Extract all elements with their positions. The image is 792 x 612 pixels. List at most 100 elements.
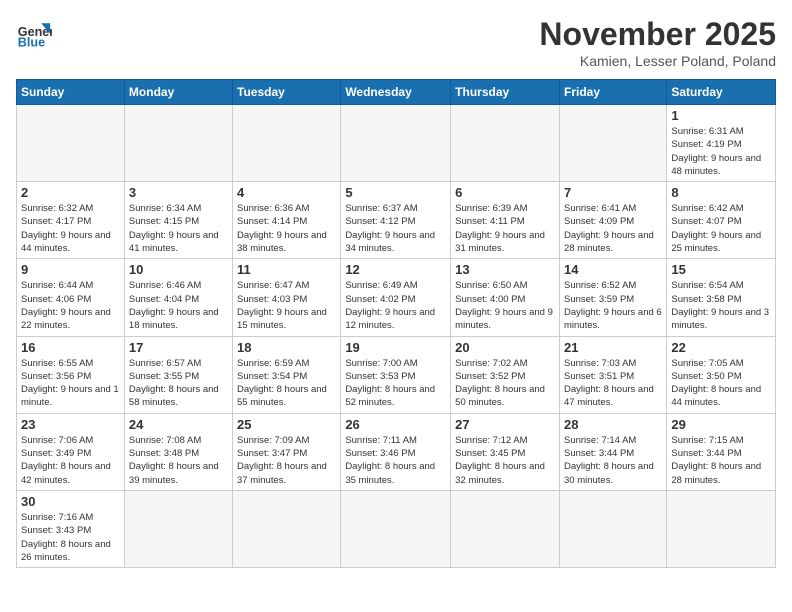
calendar-day-cell: 19Sunrise: 7:00 AM Sunset: 3:53 PM Dayli… (341, 336, 451, 413)
day-info: Sunrise: 6:59 AM Sunset: 3:54 PM Dayligh… (237, 357, 336, 410)
day-info: Sunrise: 6:41 AM Sunset: 4:09 PM Dayligh… (564, 202, 662, 255)
svg-text:Blue: Blue (18, 36, 45, 50)
calendar-day-cell: 9Sunrise: 6:44 AM Sunset: 4:06 PM Daylig… (17, 259, 125, 336)
day-info: Sunrise: 6:50 AM Sunset: 4:00 PM Dayligh… (455, 279, 555, 332)
month-title: November 2025 (539, 16, 776, 53)
day-number: 20 (455, 340, 555, 355)
calendar-week-row: 16 Sunrise: 6:55 AM Sunset: 3:56 PM Dayli… (17, 336, 776, 413)
day-info: Sunrise: 6:44 AM Sunset: 4:06 PM Dayligh… (21, 279, 120, 332)
day-number: 28 (564, 417, 662, 432)
calendar-day-cell (124, 490, 232, 567)
day-info: Sunrise: 6:46 AM Sunset: 4:04 PM Dayligh… (129, 279, 228, 332)
day-number: 12 (345, 262, 446, 277)
day-number: 15 (671, 262, 771, 277)
calendar-day-cell: 7 Sunrise: 6:41 AM Sunset: 4:09 PM Daylig… (559, 182, 666, 259)
calendar-day-cell (451, 490, 560, 567)
calendar-day-cell (17, 105, 125, 182)
day-info: Sunrise: 6:37 AM Sunset: 4:12 PM Dayligh… (345, 202, 446, 255)
weekday-header-row: SundayMondayTuesdayWednesdayThursdayFrid… (17, 80, 776, 105)
day-number: 2 (21, 185, 120, 200)
day-info: Sunrise: 6:42 AM Sunset: 4:07 PM Dayligh… (671, 202, 771, 255)
weekday-header-friday: Friday (559, 80, 666, 105)
calendar-day-cell (559, 490, 666, 567)
calendar-day-cell: 29Sunrise: 7:15 AM Sunset: 3:44 PM Dayli… (667, 413, 776, 490)
day-number: 21 (564, 340, 662, 355)
calendar-week-row: 30 Sunrise: 7:16 AM Sunset: 3:43 PM Dayli… (17, 490, 776, 567)
day-info: Sunrise: 7:08 AM Sunset: 3:48 PM Dayligh… (129, 434, 228, 487)
day-number: 19 (345, 340, 446, 355)
day-number: 18 (237, 340, 336, 355)
calendar-day-cell: 26Sunrise: 7:11 AM Sunset: 3:46 PM Dayli… (341, 413, 451, 490)
day-info: Sunrise: 6:47 AM Sunset: 4:03 PM Dayligh… (237, 279, 336, 332)
calendar-day-cell (451, 105, 560, 182)
calendar-day-cell: 6Sunrise: 6:39 AM Sunset: 4:11 PM Daylig… (451, 182, 560, 259)
day-info: Sunrise: 7:06 AM Sunset: 3:49 PM Dayligh… (21, 434, 120, 487)
day-info: Sunrise: 6:32 AM Sunset: 4:17 PM Dayligh… (21, 202, 120, 255)
calendar-day-cell (341, 105, 451, 182)
location-subtitle: Kamien, Lesser Poland, Poland (539, 53, 776, 69)
calendar-day-cell (233, 105, 341, 182)
calendar-week-row: 2 Sunrise: 6:32 AM Sunset: 4:17 PM Daylig… (17, 182, 776, 259)
day-number: 14 (564, 262, 662, 277)
calendar-day-cell: 27 Sunrise: 7:12 AM Sunset: 3:45 PM Dayli… (451, 413, 560, 490)
day-number: 24 (129, 417, 228, 432)
calendar-day-cell: 14 Sunrise: 6:52 AM Sunset: 3:59 PM Dayli… (559, 259, 666, 336)
day-info: Sunrise: 7:05 AM Sunset: 3:50 PM Dayligh… (671, 357, 771, 410)
logo-icon: General Blue (16, 16, 52, 52)
day-number: 17 (129, 340, 228, 355)
calendar-day-cell: 23 Sunrise: 7:06 AM Sunset: 3:49 PM Dayli… (17, 413, 125, 490)
calendar-page: General Blue November 2025 Kamien, Lesse… (0, 0, 792, 612)
calendar-day-cell (341, 490, 451, 567)
day-number: 13 (455, 262, 555, 277)
logo: General Blue (16, 16, 52, 52)
day-info: Sunrise: 6:36 AM Sunset: 4:14 PM Dayligh… (237, 202, 336, 255)
weekday-header-tuesday: Tuesday (233, 80, 341, 105)
day-info: Sunrise: 6:54 AM Sunset: 3:58 PM Dayligh… (671, 279, 771, 332)
calendar-table: SundayMondayTuesdayWednesdayThursdayFrid… (16, 79, 776, 568)
day-info: Sunrise: 6:49 AM Sunset: 4:02 PM Dayligh… (345, 279, 446, 332)
calendar-day-cell: 11 Sunrise: 6:47 AM Sunset: 4:03 PM Dayli… (233, 259, 341, 336)
calendar-day-cell: 2 Sunrise: 6:32 AM Sunset: 4:17 PM Daylig… (17, 182, 125, 259)
day-info: Sunrise: 6:57 AM Sunset: 3:55 PM Dayligh… (129, 357, 228, 410)
title-block: November 2025 Kamien, Lesser Poland, Pol… (539, 16, 776, 69)
weekday-header-sunday: Sunday (17, 80, 125, 105)
weekday-header-monday: Monday (124, 80, 232, 105)
calendar-day-cell: 24 Sunrise: 7:08 AM Sunset: 3:48 PM Dayli… (124, 413, 232, 490)
calendar-day-cell (559, 105, 666, 182)
day-info: Sunrise: 7:03 AM Sunset: 3:51 PM Dayligh… (564, 357, 662, 410)
day-number: 22 (671, 340, 771, 355)
day-info: Sunrise: 7:14 AM Sunset: 3:44 PM Dayligh… (564, 434, 662, 487)
calendar-day-cell: 18 Sunrise: 6:59 AM Sunset: 3:54 PM Dayli… (233, 336, 341, 413)
day-number: 27 (455, 417, 555, 432)
calendar-week-row: 9Sunrise: 6:44 AM Sunset: 4:06 PM Daylig… (17, 259, 776, 336)
day-info: Sunrise: 6:52 AM Sunset: 3:59 PM Dayligh… (564, 279, 662, 332)
day-number: 16 (21, 340, 120, 355)
day-number: 30 (21, 494, 120, 509)
day-number: 23 (21, 417, 120, 432)
calendar-day-cell: 21 Sunrise: 7:03 AM Sunset: 3:51 PM Dayli… (559, 336, 666, 413)
day-info: Sunrise: 7:16 AM Sunset: 3:43 PM Dayligh… (21, 511, 120, 564)
day-number: 11 (237, 262, 336, 277)
day-info: Sunrise: 6:31 AM Sunset: 4:19 PM Dayligh… (671, 125, 771, 178)
day-info: Sunrise: 7:12 AM Sunset: 3:45 PM Dayligh… (455, 434, 555, 487)
day-info: Sunrise: 7:02 AM Sunset: 3:52 PM Dayligh… (455, 357, 555, 410)
calendar-day-cell (233, 490, 341, 567)
weekday-header-thursday: Thursday (451, 80, 560, 105)
day-info: Sunrise: 6:34 AM Sunset: 4:15 PM Dayligh… (129, 202, 228, 255)
calendar-day-cell: 28 Sunrise: 7:14 AM Sunset: 3:44 PM Dayli… (559, 413, 666, 490)
calendar-day-cell (124, 105, 232, 182)
day-number: 7 (564, 185, 662, 200)
day-info: Sunrise: 7:09 AM Sunset: 3:47 PM Dayligh… (237, 434, 336, 487)
calendar-day-cell: 4Sunrise: 6:36 AM Sunset: 4:14 PM Daylig… (233, 182, 341, 259)
day-info: Sunrise: 6:39 AM Sunset: 4:11 PM Dayligh… (455, 202, 555, 255)
calendar-day-cell: 5Sunrise: 6:37 AM Sunset: 4:12 PM Daylig… (341, 182, 451, 259)
calendar-week-row: 23 Sunrise: 7:06 AM Sunset: 3:49 PM Dayli… (17, 413, 776, 490)
calendar-day-cell: 30 Sunrise: 7:16 AM Sunset: 3:43 PM Dayli… (17, 490, 125, 567)
calendar-day-cell: 8Sunrise: 6:42 AM Sunset: 4:07 PM Daylig… (667, 182, 776, 259)
header: General Blue November 2025 Kamien, Lesse… (16, 16, 776, 69)
calendar-day-cell: 13 Sunrise: 6:50 AM Sunset: 4:00 PM Dayli… (451, 259, 560, 336)
calendar-day-cell: 22 Sunrise: 7:05 AM Sunset: 3:50 PM Dayli… (667, 336, 776, 413)
day-number: 3 (129, 185, 228, 200)
day-info: Sunrise: 6:55 AM Sunset: 3:56 PM Dayligh… (21, 357, 120, 410)
calendar-day-cell: 15 Sunrise: 6:54 AM Sunset: 3:58 PM Dayli… (667, 259, 776, 336)
